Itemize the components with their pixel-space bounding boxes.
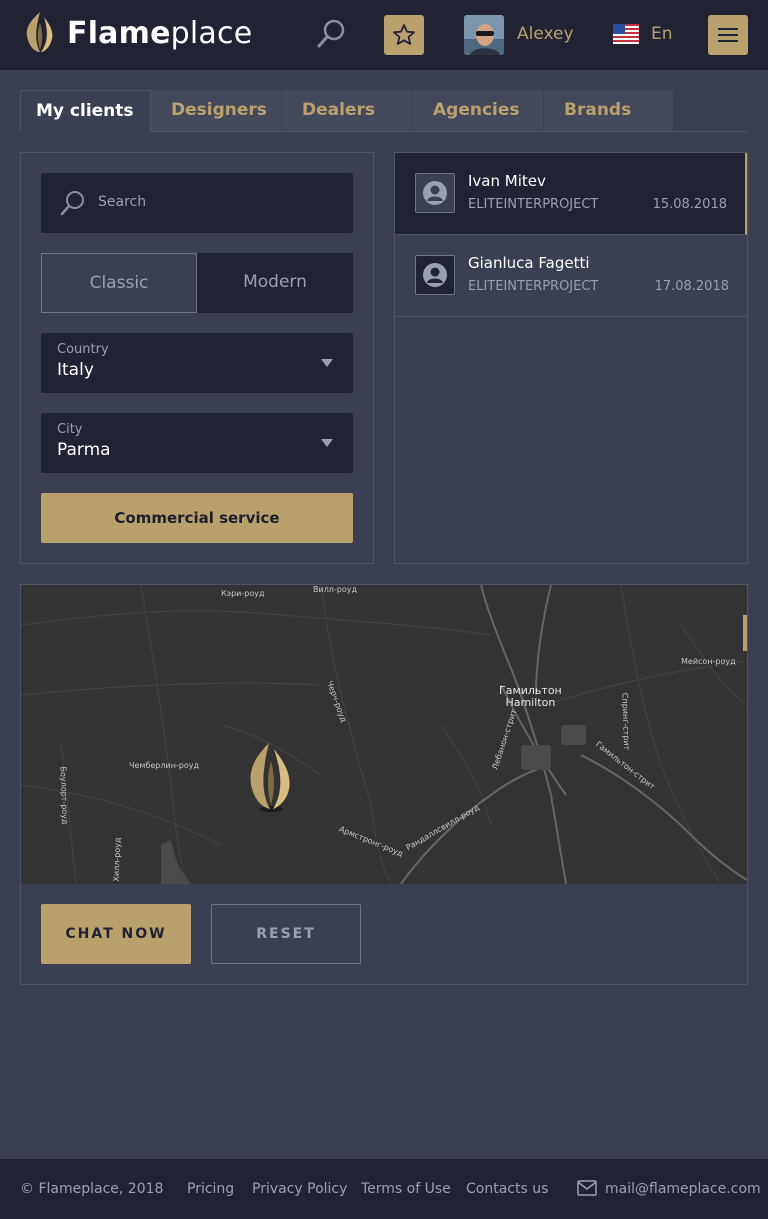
search-icon[interactable]: [316, 18, 346, 50]
country-label: Country: [57, 342, 109, 357]
clients-list: Ivan Mitev ELITEINTERPROJECT 15.08.2018 …: [394, 152, 748, 564]
tab-my-clients[interactable]: My clients: [20, 90, 151, 132]
tab-designers[interactable]: Designers: [151, 90, 282, 131]
brand-name[interactable]: Flameplace: [67, 14, 252, 54]
map-street-label: Хилл-роуд: [111, 837, 123, 882]
user-placeholder-icon: [415, 255, 455, 295]
country-value: Italy: [57, 360, 94, 380]
copyright: © Flameplace, 2018: [20, 1181, 164, 1197]
caret-down-icon: [321, 359, 333, 367]
search-input[interactable]: Search: [41, 173, 353, 233]
search-placeholder: Search: [98, 194, 147, 210]
mail-icon: [577, 1180, 597, 1196]
city-value: Parma: [57, 440, 111, 460]
footer-email[interactable]: mail@flameplace.com: [605, 1181, 761, 1197]
city-label: City: [57, 422, 83, 437]
client-name: Ivan Mitev: [468, 172, 546, 190]
client-company: ELITEINTERPROJECT: [468, 279, 599, 294]
map-pin-icon[interactable]: [243, 741, 299, 815]
hamburger-menu-button[interactable]: [708, 15, 748, 55]
client-company: ELITEINTERPROJECT: [468, 197, 599, 212]
flame-logo-icon[interactable]: [22, 11, 58, 53]
reset-button[interactable]: RESET: [211, 904, 361, 964]
classic-option[interactable]: Classic: [41, 253, 197, 313]
footer-link-pricing[interactable]: Pricing: [187, 1181, 234, 1197]
user-placeholder-icon: [415, 173, 455, 213]
map-view[interactable]: Кэри-роуд Вилл-роуд Мейсон-роуд Чемберли…: [21, 585, 747, 884]
tab-agencies[interactable]: Agencies: [413, 90, 544, 131]
star-icon: [393, 24, 415, 45]
client-date: 17.08.2018: [654, 279, 729, 294]
category-tabs: My clients Designers Dealers Agencies Br…: [20, 90, 748, 132]
username[interactable]: Alexey: [517, 22, 574, 46]
client-date: 15.08.2018: [652, 197, 727, 212]
caret-down-icon: [321, 439, 333, 447]
footer-link-terms[interactable]: Terms of Use: [361, 1181, 451, 1197]
footer-link-contacts[interactable]: Contacts us: [466, 1181, 548, 1197]
map-city-label: Гамильтон Hamilton: [499, 684, 562, 709]
map-street-label: Чемберлин-роуд: [129, 761, 200, 770]
search-icon: [60, 191, 84, 216]
chat-now-button[interactable]: CHAT NOW: [41, 904, 191, 964]
list-item[interactable]: Gianluca Fagetti ELITEINTERPROJECT 17.08…: [395, 235, 747, 317]
modern-option[interactable]: Modern: [197, 253, 353, 313]
footer: © Flameplace, 2018 Pricing Privacy Polic…: [0, 1159, 768, 1219]
tab-brands[interactable]: Brands: [544, 90, 674, 131]
map-street-label: Кэри-роуд: [221, 589, 265, 598]
country-select[interactable]: Country Italy: [41, 333, 353, 393]
commercial-service-button[interactable]: Commercial service: [41, 493, 353, 543]
list-item[interactable]: Ivan Mitev ELITEINTERPROJECT 15.08.2018: [395, 153, 747, 235]
us-flag-icon[interactable]: [613, 24, 639, 44]
map-street-label: Вилл-роуд: [313, 585, 358, 594]
style-toggle: Classic Modern: [41, 253, 353, 313]
language-selector[interactable]: En: [651, 22, 673, 46]
footer-link-privacy[interactable]: Privacy Policy: [252, 1181, 347, 1197]
filter-panel: Search Classic Modern Country Italy City…: [20, 152, 374, 564]
favorites-button[interactable]: [384, 15, 424, 55]
tab-dealers[interactable]: Dealers: [282, 90, 413, 131]
client-name: Gianluca Fagetti: [468, 254, 590, 272]
user-avatar[interactable]: [464, 15, 504, 55]
map-panel: Кэри-роуд Вилл-роуд Мейсон-роуд Чемберли…: [20, 584, 748, 985]
map-roads: [21, 585, 747, 884]
top-header: Flameplace Alexey En: [0, 0, 768, 70]
map-street-label: Мейсон-роуд: [681, 657, 736, 666]
city-select[interactable]: City Parma: [41, 413, 353, 473]
